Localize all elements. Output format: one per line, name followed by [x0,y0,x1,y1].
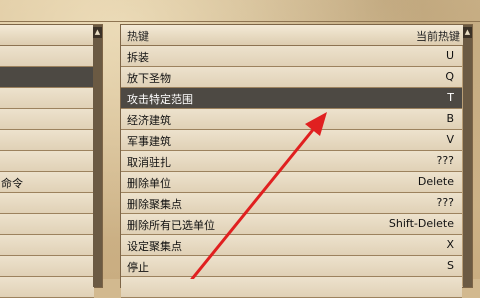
category-row[interactable] [0,277,94,298]
hotkey-row[interactable] [121,277,462,298]
arrow-shaft [190,124,318,279]
red-arrow-annotation [190,112,327,279]
arrow-head-icon [305,112,327,136]
